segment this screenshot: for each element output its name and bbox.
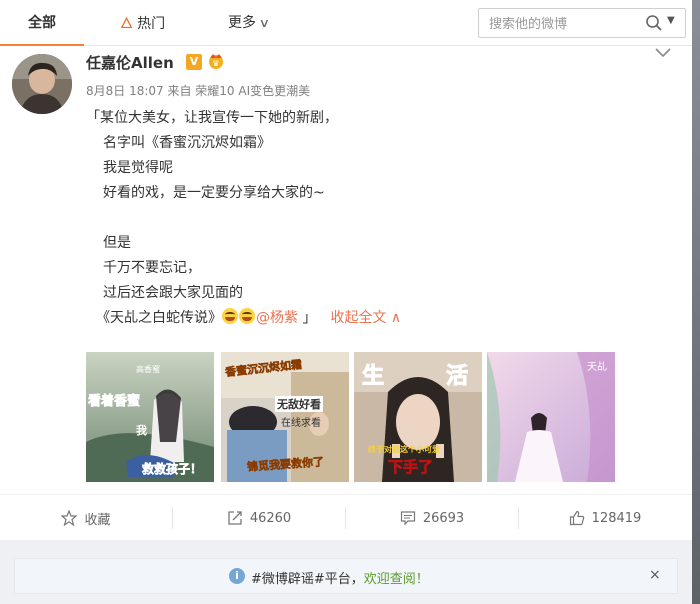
image-caption: 生: [361, 364, 385, 390]
notice-text[interactable]: #微博辟谣#平台，欢迎查阅！: [251, 568, 429, 587]
mention-link[interactable]: @杨紫: [256, 310, 298, 326]
post-image[interactable]: 天乩: [487, 352, 615, 482]
collapse-button[interactable]: 收起全文 ∧: [330, 310, 401, 326]
chevron-down-icon: ∨: [258, 16, 271, 30]
like-button[interactable]: 128419: [519, 495, 691, 541]
avatar[interactable]: [12, 54, 72, 114]
tab-hot-label: 热门: [137, 16, 166, 32]
info-icon: i: [229, 568, 245, 584]
image-caption: 在线求看: [281, 418, 321, 429]
tab-hot[interactable]: 🜂 热门: [120, 0, 165, 46]
image-grid: 高香蜜 看着香蜜 我 救救孩子！ 香蜜沉沉烬如霜 无敌好看 在线求看 锦觅我要救…: [86, 352, 626, 482]
search-dropdown-icon[interactable]: ▼: [667, 15, 675, 26]
notice-welcome: 欢迎查阅！: [363, 572, 429, 587]
post-meta: 8月8日 18:07 来自 荣耀10 AI变色更潮美: [86, 84, 311, 98]
star-icon: [61, 510, 78, 526]
image-caption: 救救孩子！: [142, 462, 203, 477]
image-tag: 高香蜜: [136, 365, 160, 374]
weibo-post-card: 任嘉伦Allen V ♛ 8月8日 18:07 来自 荣耀10 AI变色更潮美 …: [0, 46, 692, 494]
search-box: ▼: [478, 8, 686, 38]
scrollbar[interactable]: [692, 0, 700, 604]
image-caption: 活: [445, 364, 469, 390]
svg-text:♛: ♛: [212, 59, 219, 68]
laugh-emoji-icon: [222, 308, 238, 324]
comment-count: 26693: [422, 510, 465, 526]
username[interactable]: 任嘉伦Allen: [86, 52, 174, 73]
collapse-label: 收起全文: [330, 310, 387, 326]
flame-icon: 🜂: [120, 14, 134, 32]
image-caption: 下手了: [388, 458, 434, 477]
post-line: 我是觉得呢: [103, 160, 173, 176]
close-icon[interactable]: ×: [649, 567, 661, 583]
image-caption: 看着香蜜: [88, 394, 141, 410]
chevron-up-icon: ∧: [390, 310, 402, 326]
verified-badge: V: [186, 54, 202, 70]
post-line: 千万不要忘记，: [103, 260, 201, 276]
image-caption: 我: [136, 424, 147, 437]
post-line: 过后还会跟大家见面的: [103, 285, 243, 301]
action-bar: 收藏 46260 26693 128419: [0, 494, 692, 540]
image-caption: 终于对我这个小可爱: [368, 445, 440, 454]
tab-more[interactable]: 更多 ∨: [228, 0, 271, 46]
repost-button[interactable]: 46260: [173, 495, 345, 541]
search-input[interactable]: [489, 14, 639, 34]
crown-badge-icon: ♛: [209, 54, 223, 69]
like-count: 128419: [591, 510, 642, 526]
post-line: 好看的戏，是一定要分享给大家的~: [103, 185, 325, 201]
post-line-prefix: 《天乩之白蛇传说》: [96, 310, 222, 326]
laugh-emoji-icon: [239, 308, 255, 324]
post-last-line: 《天乩之白蛇传说》 @杨紫 」收起全文 ∧: [86, 306, 646, 331]
tab-more-label: 更多: [228, 15, 256, 31]
post-line: 但是: [103, 235, 131, 251]
post-image[interactable]: 生 活 终于对我这个小可爱 下手了: [354, 352, 482, 482]
search-icon[interactable]: [645, 14, 663, 32]
favorite-label: 收藏: [84, 512, 111, 528]
comment-icon: [400, 510, 416, 526]
post-image[interactable]: 高香蜜 看着香蜜 我 救救孩子！: [86, 352, 214, 482]
repost-icon: [227, 510, 243, 526]
comment-button[interactable]: 26693: [346, 495, 518, 541]
post-text: 「某位大美女，让我宣传一下她的新剧， 名字叫《香蜜沉沉烬如霜》 我是觉得呢 好看…: [86, 106, 646, 331]
tab-bar: 全部 🜂热门 更多∨ ▼: [0, 0, 692, 46]
post-image[interactable]: 香蜜沉沉烬如霜 无敌好看 在线求看 锦觅我要救你了: [221, 352, 349, 482]
favorite-button[interactable]: 收藏: [0, 495, 172, 541]
image-caption: 天乩: [587, 362, 607, 373]
post-line: 「某位大美女，让我宣传一下她的新剧，: [86, 110, 338, 126]
notice-prefix: #微博辟谣#平台，: [251, 572, 364, 587]
chevron-down-icon[interactable]: [654, 46, 672, 60]
tab-all-label: 全部: [28, 15, 56, 31]
repost-count: 46260: [249, 510, 292, 526]
image-caption: 无敌好看: [275, 396, 323, 412]
rumor-notice-bar: i #微博辟谣#平台，欢迎查阅！ ×: [14, 558, 678, 594]
thumbs-up-icon: [569, 510, 585, 526]
tab-all[interactable]: 全部: [0, 0, 84, 46]
post-line-suffix: 」: [298, 310, 317, 326]
post-line: 名字叫《香蜜沉沉烬如霜》: [103, 135, 271, 151]
